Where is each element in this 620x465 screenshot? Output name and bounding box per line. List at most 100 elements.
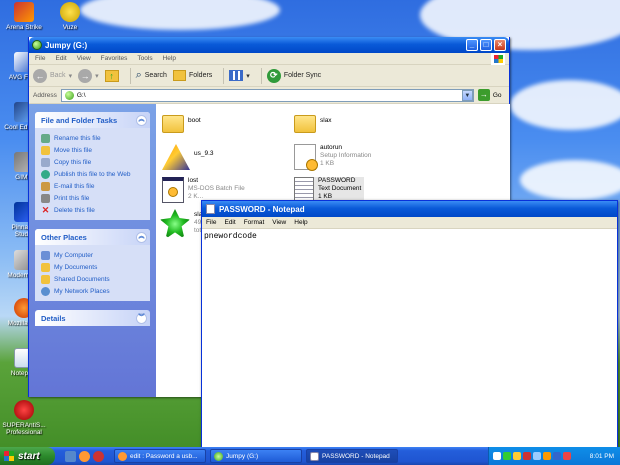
place-my-documents[interactable]: My Documents — [41, 261, 144, 273]
move-icon — [41, 145, 50, 155]
menu-file[interactable]: File — [35, 55, 45, 62]
task-move-file[interactable]: Move this file — [41, 144, 144, 156]
tray-update-icon[interactable] — [543, 452, 551, 460]
maximize-button[interactable]: □ — [480, 39, 492, 51]
task-rename-file[interactable]: Rename this file — [41, 132, 144, 144]
minimize-button[interactable]: _ — [466, 39, 478, 51]
np-menu-view[interactable]: View — [272, 219, 286, 226]
quick-launch-media-icon[interactable] — [93, 450, 104, 462]
menu-favorites[interactable]: Favorites — [101, 55, 128, 62]
desktop-icon-arena-strike[interactable]: Arena Strike — [2, 2, 46, 31]
explorer-toolbar: ← Back ▾ → ▾ ↑ ⌕ Search Folders ▾ ⟳ Fold… — [29, 65, 509, 87]
notepad-menubar: File Edit Format View Help — [202, 217, 617, 229]
sky-cloud — [510, 80, 620, 130]
menu-tools[interactable]: Tools — [137, 55, 152, 62]
explorer-menubar: File Edit View Favorites Tools Help — [29, 53, 509, 65]
gear-icon — [168, 187, 178, 197]
computer-icon — [41, 250, 50, 260]
email-icon — [41, 181, 50, 191]
task-copy-file[interactable]: Copy this file — [41, 156, 144, 168]
address-input[interactable]: G:\ ▼ — [60, 88, 474, 102]
expand-chevron-icon[interactable]: ︾ — [136, 312, 147, 324]
np-menu-edit[interactable]: Edit — [224, 219, 235, 226]
tray-clock[interactable]: 8:01 PM — [590, 453, 614, 460]
globe-icon — [41, 169, 50, 179]
folders-button[interactable]: Folders — [172, 70, 212, 81]
folder-icon — [294, 115, 316, 133]
back-arrow-icon: ← — [33, 68, 47, 83]
address-dropdown-icon[interactable]: ▼ — [461, 89, 473, 101]
folders-icon — [172, 70, 186, 81]
printer-icon — [41, 193, 50, 203]
file-folder-tasks-header[interactable]: File and Folder Tasks ︽ — [35, 112, 150, 128]
place-my-network-places[interactable]: My Network Places — [41, 285, 144, 297]
file-item-autorun[interactable]: autorun Setup Information 1 KB — [294, 144, 371, 171]
menu-help[interactable]: Help — [163, 55, 176, 62]
menu-edit[interactable]: Edit — [55, 55, 66, 62]
tray-alert-icon[interactable] — [563, 452, 571, 460]
desktop-icon-vuze[interactable]: Vuze — [48, 2, 92, 31]
folder-sync-button[interactable]: ⟳ Folder Sync — [266, 68, 321, 83]
views-button[interactable]: ▾ — [229, 70, 250, 81]
tray-antivirus-icon[interactable] — [523, 452, 531, 460]
np-menu-file[interactable]: File — [206, 219, 216, 226]
details-header[interactable]: Details ︾ — [35, 310, 150, 326]
taskbar-task-explorer[interactable]: Jumpy (G:) — [210, 449, 302, 463]
file-item-boot[interactable]: boot — [162, 112, 201, 133]
copy-icon — [41, 157, 50, 167]
taskbar-task-notepad[interactable]: PASSWORD - Notepad — [306, 449, 398, 463]
forward-dropdown-icon[interactable]: ▾ — [95, 72, 99, 80]
shared-folder-icon — [41, 274, 50, 284]
sky-cloud — [520, 160, 620, 200]
quick-launch — [65, 450, 104, 462]
notepad-titlebar[interactable]: PASSWORD - Notepad — [202, 201, 617, 217]
file-item-slax[interactable]: slax — [294, 112, 332, 133]
desktop-icon-superantispyware[interactable]: SUPERAntiS... Professional — [2, 400, 46, 436]
tray-help-icon[interactable] — [493, 452, 501, 460]
go-button[interactable]: → Go — [477, 89, 502, 101]
start-button[interactable]: start — [0, 447, 55, 465]
superantispyware-icon — [14, 400, 34, 420]
collapse-chevron-icon[interactable]: ︽ — [136, 114, 147, 126]
place-shared-documents[interactable]: Shared Documents — [41, 273, 144, 285]
file-item-us-9-3[interactable]: us_9.3 — [162, 144, 214, 170]
collapse-chevron-icon[interactable]: ︽ — [136, 231, 147, 243]
explorer-titlebar[interactable]: Jumpy (G:) _ □ × — [29, 37, 509, 53]
arena-strike-icon — [14, 2, 34, 22]
np-menu-format[interactable]: Format — [244, 219, 265, 226]
windows-flag-icon — [4, 451, 14, 461]
task-publish-file[interactable]: Publish this file to the Web — [41, 168, 144, 180]
up-folder-button[interactable]: ↑ — [104, 69, 119, 82]
back-button[interactable]: ← Back ▾ — [33, 68, 73, 83]
forward-button[interactable]: → ▾ — [78, 68, 99, 83]
drive-icon — [64, 90, 74, 100]
other-places-header[interactable]: Other Places ︽ — [35, 229, 150, 245]
close-button[interactable]: × — [494, 39, 506, 51]
quick-launch-show-desktop-icon[interactable] — [65, 450, 76, 462]
search-button[interactable]: ⌕ Search — [136, 69, 167, 82]
views-dropdown-icon[interactable]: ▾ — [246, 72, 250, 80]
quick-launch-firefox-icon[interactable] — [79, 450, 90, 462]
taskbar: start edit : Password a usb... Jumpy (G:… — [0, 447, 620, 465]
file-folder-tasks-panel: File and Folder Tasks ︽ Rename this file… — [35, 112, 150, 220]
task-pane: File and Folder Tasks ︽ Rename this file… — [29, 104, 156, 397]
other-places-panel: Other Places ︽ My Computer My Documents … — [35, 229, 150, 301]
toolbar-separator — [223, 67, 225, 84]
back-dropdown-icon[interactable]: ▾ — [69, 72, 73, 80]
place-my-computer[interactable]: My Computer — [41, 249, 144, 261]
task-delete-file[interactable]: ✕ Delete this file — [41, 204, 144, 216]
taskbar-task-browser[interactable]: edit : Password a usb... — [114, 449, 206, 463]
notepad-icon — [310, 451, 319, 461]
notepad-text-area[interactable]: pnewordcode — [202, 229, 617, 244]
tray-bluetooth-icon[interactable] — [553, 452, 561, 460]
tray-volume-icon[interactable] — [533, 452, 541, 460]
menu-view[interactable]: View — [77, 55, 91, 62]
tray-network-icon[interactable] — [513, 452, 521, 460]
address-bar: Address G:\ ▼ → Go — [29, 87, 509, 104]
tray-security-icon[interactable] — [503, 452, 511, 460]
task-print-file[interactable]: Print this file — [41, 192, 144, 204]
np-menu-help[interactable]: Help — [294, 219, 307, 226]
system-tray: 8:01 PM — [488, 447, 620, 465]
task-email-file[interactable]: E-mail this file — [41, 180, 144, 192]
folder-sync-icon: ⟳ — [266, 68, 281, 83]
